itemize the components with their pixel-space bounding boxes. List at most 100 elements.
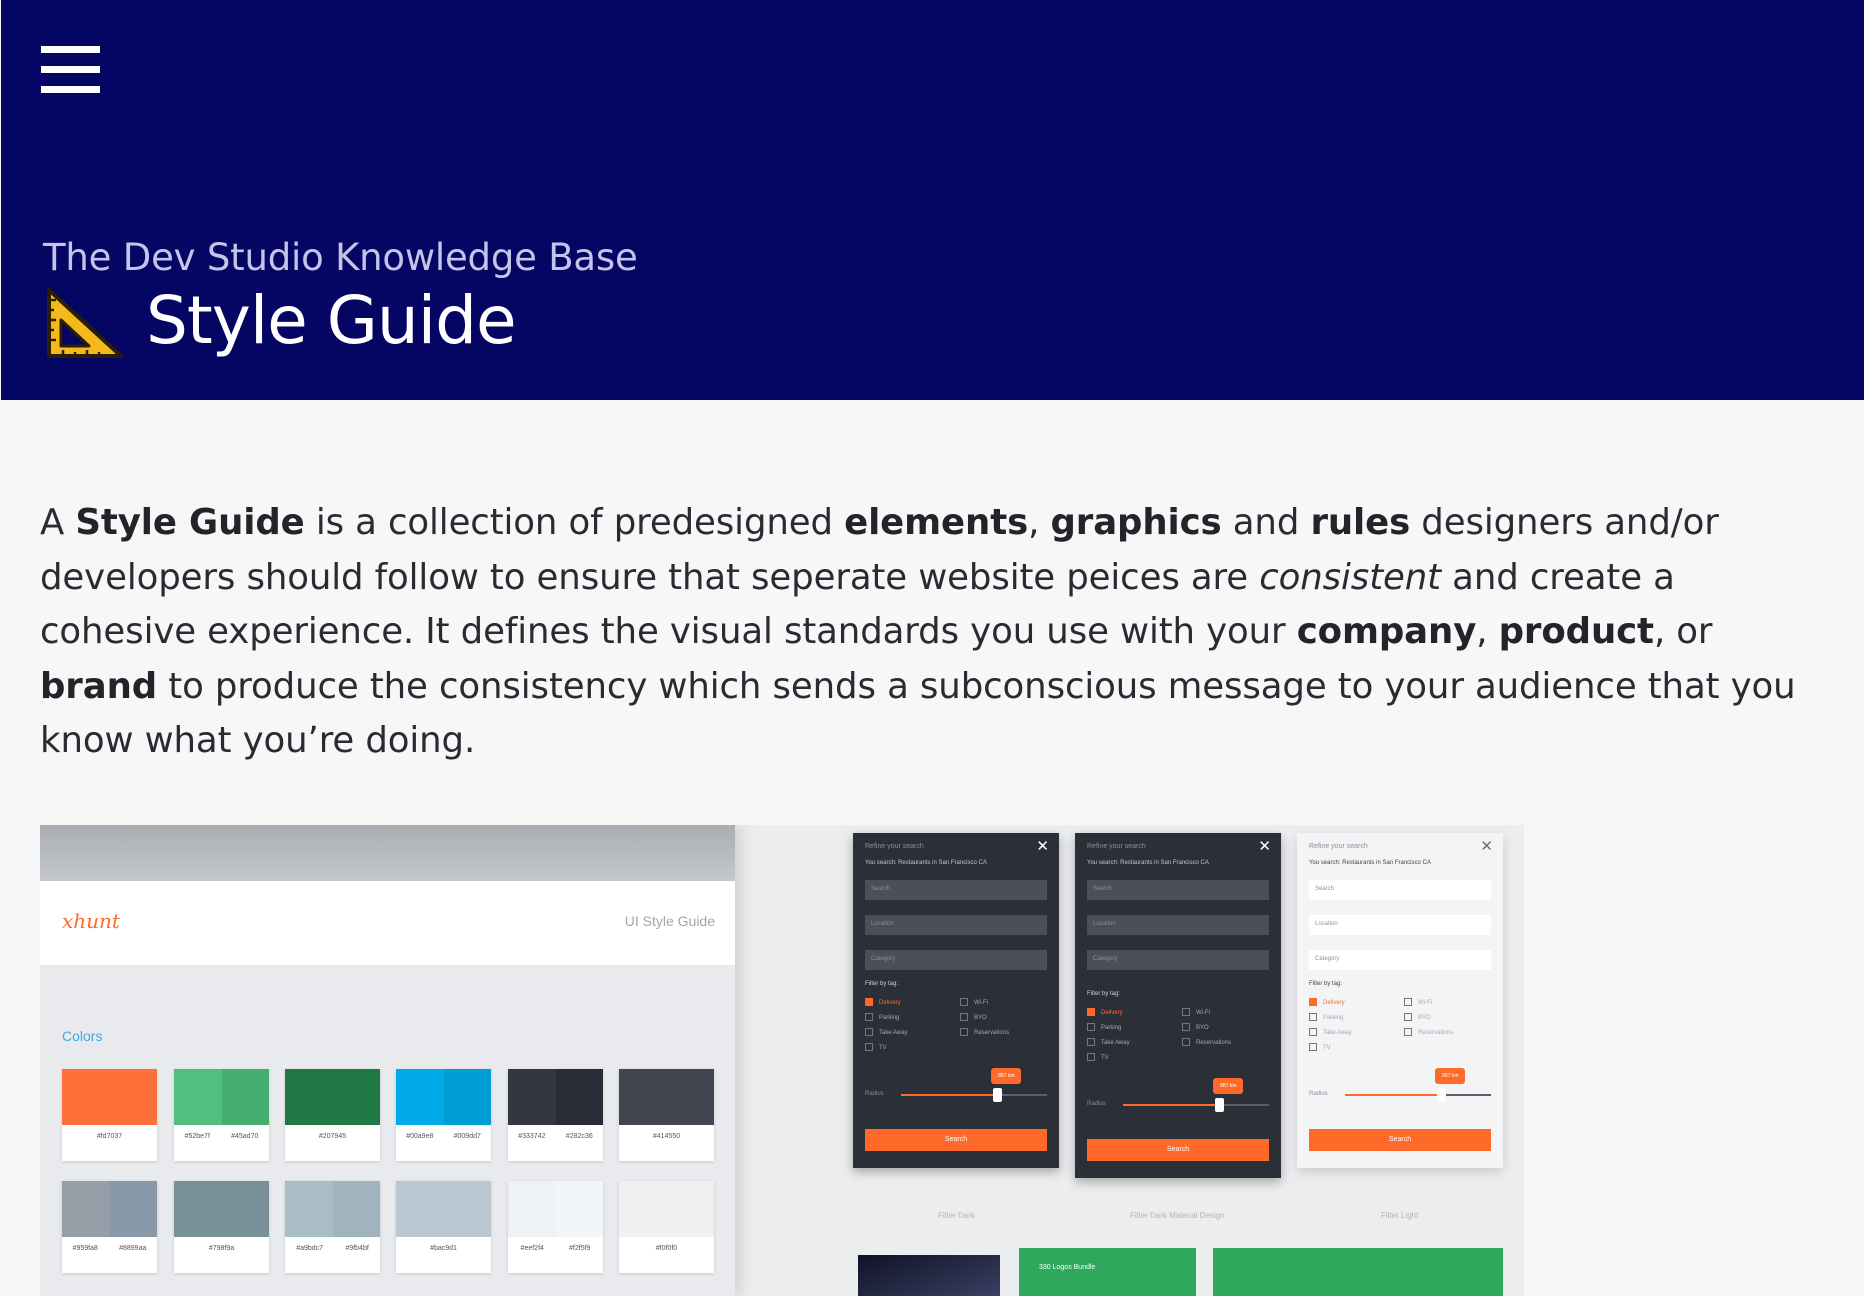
preview-tile-bundle: 330 Logos Bundle	[1019, 1248, 1196, 1296]
swatch-hex-label: #a9bdc7	[296, 1245, 324, 1252]
swatch-hex-label: #414550	[652, 1133, 681, 1140]
color-swatch: #333742 #282c36	[508, 1069, 603, 1161]
color-swatch: #00a9e8 #009dd7	[396, 1069, 491, 1161]
swatch-hex-label: #45ad70	[231, 1133, 259, 1140]
tag-option[interactable]: Reservations	[1196, 1040, 1231, 1046]
swatch-hex-label: #f0f0f0	[655, 1245, 678, 1252]
category-select[interactable]: Category	[1087, 950, 1269, 970]
triangular-ruler-icon	[47, 288, 123, 358]
category-select[interactable]: Category	[865, 950, 1047, 970]
hamburger-menu-icon[interactable]	[41, 46, 100, 94]
location-input[interactable]: Location	[1087, 915, 1269, 935]
swatch-hex-label: #00a9e8	[406, 1133, 434, 1140]
tag-option[interactable]: Delivery	[879, 1000, 901, 1006]
tag-option[interactable]: BYO	[974, 1015, 987, 1021]
style-guide-example-image: xhunt UI Style Guide Colors #fd7037 #52be…	[40, 825, 1524, 1296]
tag-option[interactable]: Delivery	[1323, 1000, 1345, 1006]
category-select[interactable]: Category	[1309, 950, 1491, 970]
filter-label: Filter by tag:	[1309, 981, 1343, 987]
tag-option[interactable]: Wi-Fi	[974, 1000, 988, 1006]
tag-option[interactable]: Take Away	[879, 1030, 908, 1036]
location-input[interactable]: Location	[1309, 915, 1491, 935]
radius-value-bubble: 887 km	[991, 1068, 1022, 1084]
intro-paragraph: A Style Guide is a collection of predesi…	[40, 502, 1796, 761]
radius-slider[interactable]	[901, 1088, 1047, 1102]
tag-option[interactable]: Reservations	[974, 1030, 1009, 1036]
phone-title: Refine your search	[1087, 843, 1146, 850]
preview-tile-image	[858, 1255, 1000, 1296]
radius-slider[interactable]	[1345, 1088, 1491, 1102]
phone-subtitle: You search: Restaurants in San Francisco…	[1309, 860, 1431, 866]
knowledge-base-title[interactable]: The Dev Studio Knowledge Base	[43, 236, 638, 279]
swatch-hex-label: #333742	[518, 1133, 546, 1140]
ui-style-guide-label: UI Style Guide	[624, 913, 715, 929]
caption-filter-dark-material: Filter Dark Material Design	[1130, 1211, 1225, 1220]
preview-tile-green	[1213, 1248, 1503, 1296]
search-input[interactable]: Search	[1309, 880, 1491, 900]
swatch-hex-label: #798f9a	[208, 1245, 235, 1252]
page-header: The Dev Studio Knowledge Base Style Guid…	[1, 0, 1864, 400]
radius-slider[interactable]	[1123, 1098, 1269, 1112]
search-button[interactable]: Search	[865, 1129, 1047, 1151]
close-icon[interactable]: ✕	[1036, 837, 1049, 855]
tag-option[interactable]: Take Away	[1323, 1030, 1352, 1036]
tag-option[interactable]: Reservations	[1418, 1030, 1453, 1036]
tag-option[interactable]: Parking	[1101, 1025, 1121, 1031]
search-input[interactable]: Search	[865, 880, 1047, 900]
swatch-hex-label: #bac9d1	[430, 1245, 457, 1252]
swatch-hex-label: #282c36	[565, 1133, 593, 1140]
search-button[interactable]: Search	[1309, 1129, 1491, 1151]
color-swatch: #207945	[285, 1069, 380, 1161]
filter-dark-mockup: Refine your search ✕ You search: Restauran…	[853, 833, 1059, 1168]
filter-label: Filter by tag:	[1087, 991, 1121, 997]
phone-subtitle: You search: Restaurants in San Francisco…	[865, 860, 987, 866]
color-swatch: #959fa8 #8899aa	[62, 1181, 157, 1273]
close-icon[interactable]: ✕	[1258, 837, 1271, 855]
swatch-hex-label: #009dd7	[453, 1133, 481, 1140]
caption-filter-light: Filter Light	[1381, 1211, 1419, 1220]
phone-title: Refine your search	[1309, 843, 1368, 850]
caption-filter-dark: Filter Dark	[938, 1211, 975, 1220]
color-swatch: #bac9d1	[396, 1181, 491, 1273]
radius-value-bubble: 887 km	[1435, 1068, 1466, 1084]
search-button[interactable]: Search	[1087, 1139, 1269, 1161]
swatch-hex-label: #f2f5f9	[569, 1245, 591, 1252]
radius-label: Radius	[865, 1091, 884, 1097]
swatch-hex-label: #8899aa	[119, 1245, 147, 1252]
page-title: Style Guide	[146, 282, 517, 359]
color-swatch: #52be7f #45ad70	[174, 1069, 269, 1161]
tag-option[interactable]: TV	[1323, 1045, 1331, 1051]
close-icon[interactable]: ✕	[1480, 837, 1493, 855]
tag-option[interactable]: Delivery	[1101, 1010, 1123, 1016]
brand-logo: xhunt	[62, 909, 120, 933]
phone-title: Refine your search	[865, 843, 924, 850]
color-swatch: #a9bdc7 #9fb4bf	[285, 1181, 380, 1273]
tag-option[interactable]: TV	[1101, 1055, 1109, 1061]
filter-dark-material-mockup: Refine your search ✕ You search: Restauran…	[1075, 833, 1281, 1178]
colors-heading: Colors	[62, 1028, 103, 1044]
location-input[interactable]: Location	[865, 915, 1047, 935]
swatch-hex-label: #eef2f4	[520, 1245, 544, 1252]
color-swatch: #f0f0f0	[619, 1181, 714, 1273]
radius-label: Radius	[1087, 1101, 1106, 1107]
tag-option[interactable]: Wi-Fi	[1196, 1010, 1210, 1016]
ui-style-guide-mockup: xhunt UI Style Guide Colors #fd7037 #52be…	[40, 825, 735, 1296]
swatch-hex-label: #52be7f	[184, 1133, 210, 1140]
tag-option[interactable]: Parking	[879, 1015, 899, 1021]
tag-option[interactable]: BYO	[1418, 1015, 1431, 1021]
swatch-hex-label: #207945	[318, 1133, 347, 1140]
color-swatch: #798f9a	[174, 1181, 269, 1273]
tag-option[interactable]: TV	[879, 1045, 887, 1051]
tag-option[interactable]: BYO	[1196, 1025, 1209, 1031]
radius-label: Radius	[1309, 1091, 1328, 1097]
filter-light-mockup: Refine your search ✕ You search: Restauran…	[1297, 833, 1503, 1168]
tag-option[interactable]: Wi-Fi	[1418, 1000, 1432, 1006]
search-input[interactable]: Search	[1087, 880, 1269, 900]
swatch-hex-label: #959fa8	[72, 1245, 98, 1252]
filter-label: Filter by tag:	[865, 981, 899, 987]
tag-option[interactable]: Take Away	[1101, 1040, 1130, 1046]
radius-value-bubble: 887 km	[1213, 1078, 1244, 1094]
phone-subtitle: You search: Restaurants in San Francisco…	[1087, 860, 1209, 866]
swatch-hex-label: #9fb4bf	[345, 1245, 369, 1252]
tag-option[interactable]: Parking	[1323, 1015, 1343, 1021]
